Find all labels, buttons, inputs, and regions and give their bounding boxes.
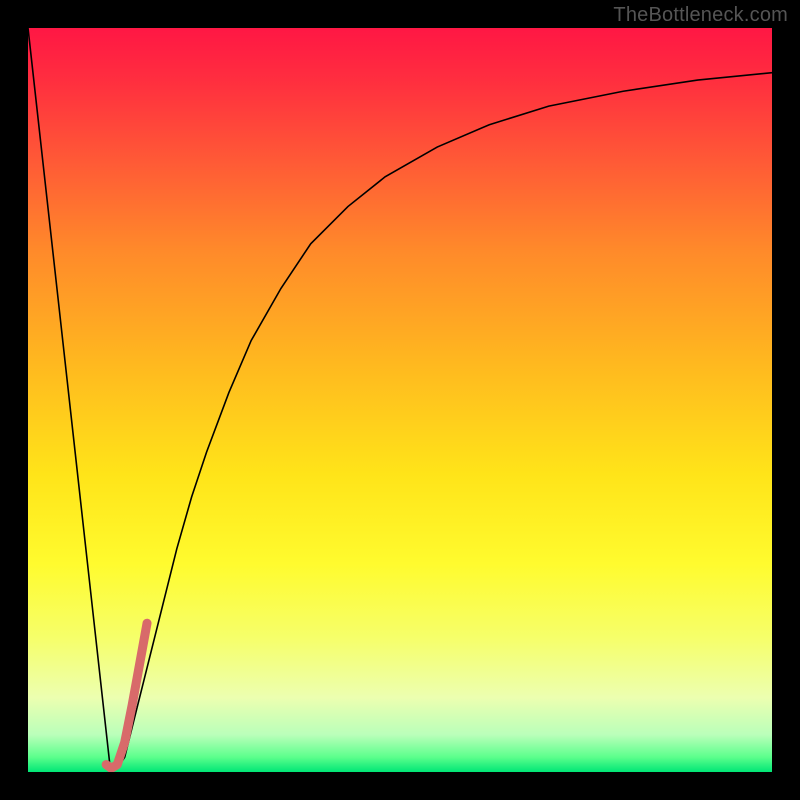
plot-area	[28, 28, 772, 772]
chart-canvas	[28, 28, 772, 772]
watermark-text: TheBottleneck.com	[613, 4, 788, 27]
chart-frame: TheBottleneck.com	[0, 0, 800, 800]
